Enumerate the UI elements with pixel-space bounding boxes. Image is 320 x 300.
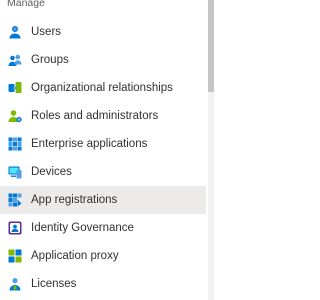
nav-item-groups[interactable]: Groups bbox=[0, 46, 206, 74]
section-header-manage: Manage bbox=[7, 0, 45, 9]
nav-item-label: Application proxy bbox=[31, 250, 119, 262]
organizational-relationships-icon bbox=[8, 81, 22, 95]
nav-item-identity-governance[interactable]: Identity Governance bbox=[0, 214, 206, 242]
nav-item-application-proxy[interactable]: Application proxy bbox=[0, 242, 206, 270]
group-icon bbox=[8, 53, 22, 67]
nav-item-users[interactable]: Users bbox=[0, 18, 206, 46]
manage-nav-panel: Manage Users Groups Organizational relat… bbox=[0, 0, 214, 300]
licenses-icon bbox=[8, 277, 22, 291]
nav-item-devices[interactable]: Devices bbox=[0, 158, 206, 186]
nav-item-label: App registrations bbox=[31, 194, 118, 206]
nav-item-label: Identity Governance bbox=[31, 222, 134, 234]
nav-item-roles-and-administrators[interactable]: Roles and administrators bbox=[0, 102, 206, 130]
nav-item-app-registrations[interactable]: App registrations bbox=[0, 186, 206, 214]
nav-list: Users Groups Organizational relationship… bbox=[0, 18, 206, 298]
nav-item-label: Organizational relationships bbox=[31, 82, 173, 94]
nav-item-licenses[interactable]: Licenses bbox=[0, 270, 206, 298]
application-proxy-icon bbox=[8, 249, 22, 263]
app-registrations-icon bbox=[8, 193, 22, 207]
nav-item-label: Roles and administrators bbox=[31, 110, 159, 122]
nav-item-label: Enterprise applications bbox=[31, 138, 148, 150]
nav-item-label: Users bbox=[31, 26, 62, 38]
nav-item-organizational-relationships[interactable]: Organizational relationships bbox=[0, 74, 206, 102]
nav-item-enterprise-applications[interactable]: Enterprise applications bbox=[0, 130, 206, 158]
scrollbar-thumb[interactable] bbox=[208, 0, 214, 92]
identity-governance-icon bbox=[8, 221, 22, 235]
roles-icon bbox=[8, 109, 22, 123]
nav-item-label: Licenses bbox=[31, 278, 77, 290]
nav-item-label: Devices bbox=[31, 166, 72, 178]
nav-item-label: Groups bbox=[31, 54, 69, 66]
scrollbar-track[interactable] bbox=[208, 0, 214, 300]
enterprise-applications-icon bbox=[8, 137, 22, 151]
user-icon bbox=[8, 25, 22, 39]
devices-icon bbox=[8, 165, 22, 179]
